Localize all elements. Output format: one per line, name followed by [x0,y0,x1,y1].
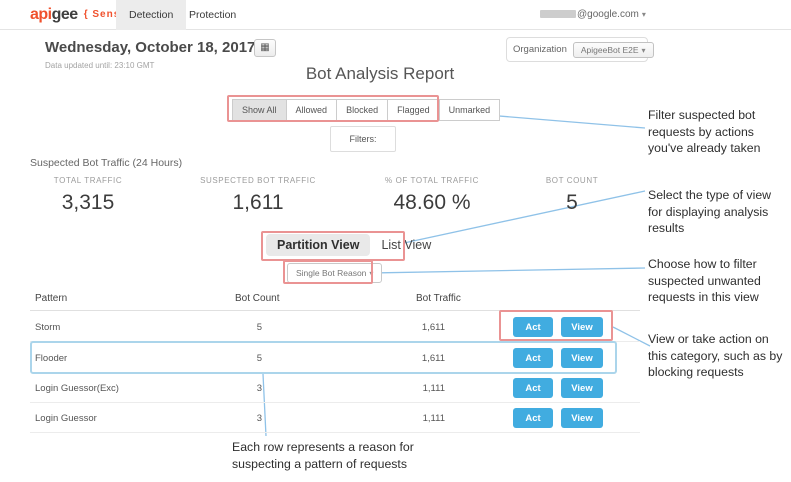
pattern-cell: Login Guessor(Exc) [35,383,119,394]
bot-reason-dropdown[interactable]: Single Bot Reason▾ [287,263,382,283]
act-button[interactable]: Act [513,317,553,337]
filters-button[interactable]: Filters: [330,126,396,152]
user-account-menu[interactable]: @google.com▾ [540,0,646,30]
logo-gee-text: gee [52,6,78,23]
user-email: @google.com [577,9,639,20]
view-button[interactable]: View [561,408,603,428]
bot-traffic-cell: 1,611 [395,322,445,333]
report-date: Wednesday, October 18, 2017 [45,39,255,56]
tab-list-view[interactable]: List View [370,234,442,256]
stat-value: 1,611 [200,191,316,215]
view-type-tabs: Partition View List View [266,234,442,256]
filter-allowed[interactable]: Allowed [286,99,338,121]
stat-label: SUSPECTED BOT TRAFFIC [200,176,316,185]
table-row-flooder: Flooder 5 1,611 Act View [30,343,640,373]
filter-blocked[interactable]: Blocked [336,99,388,121]
organization-control: Organization ApigeeBot E2E▾ [506,37,648,62]
table-header: Pattern Bot Count Bot Traffic [30,293,640,311]
view-button[interactable]: View [561,348,603,368]
act-button[interactable]: Act [513,408,553,428]
annotation-filter-tabs: Filter suspected bot requests by actions… [648,107,790,157]
bot-count-cell: 3 [222,413,262,424]
filter-unmarked[interactable]: Unmarked [439,99,501,121]
status-filter-group: Show All Allowed Blocked Flagged Unmarke… [233,99,500,121]
annotation-reason-filter: Choose how to filter suspected unwanted … [648,256,790,306]
stat-percent-total-traffic: % OF TOTAL TRAFFIC 48.60 % [385,176,479,215]
pattern-cell: Login Guessor [35,413,97,424]
bot-count-cell: 5 [222,322,262,333]
page-title: Bot Analysis Report [0,64,760,84]
stat-value: 48.60 % [385,191,479,215]
logo-api-text: api [30,6,52,23]
organization-label: Organization [513,44,567,55]
column-bot-traffic: Bot Traffic [416,293,461,304]
organization-dropdown[interactable]: ApigeeBot E2E▾ [573,42,654,58]
bot-count-cell: 5 [222,353,262,364]
filter-show-all[interactable]: Show All [232,99,287,121]
stat-value: 5 [546,191,598,215]
chevron-down-icon: ▾ [642,10,646,19]
tab-protection[interactable]: Protection [176,0,249,30]
section-title: Suspected Bot Traffic (24 Hours) [30,157,182,169]
table-row-login-guessor: Login Guessor 3 1,111 Act View [30,403,640,433]
redacted-username [540,10,576,18]
table-row-storm: Storm 5 1,611 Act View [30,312,640,342]
annotation-act-view: View or take action on this category, su… [648,331,790,381]
stat-label: BOT COUNT [546,176,598,185]
bot-reason-value: Single Bot Reason [296,268,366,278]
annotation-table-rows: Each row represents a reason for suspect… [232,439,452,473]
pattern-cell: Flooder [35,353,67,364]
chevron-down-icon: ▾ [642,46,646,55]
column-pattern: Pattern [35,293,67,304]
bot-traffic-cell: 1,611 [395,353,445,364]
tab-partition-view[interactable]: Partition View [266,234,370,256]
top-navigation-bar: apigee{ Sense } Detection Protection @go… [0,0,791,30]
organization-value: ApigeeBot E2E [581,45,639,55]
pattern-cell: Storm [35,322,60,333]
stat-value: 3,315 [54,191,122,215]
bot-count-cell: 3 [222,383,262,394]
calendar-icon: ▦ [260,42,269,53]
stat-bot-count: BOT COUNT 5 [546,176,598,215]
filter-flagged[interactable]: Flagged [387,99,440,121]
stat-suspected-bot-traffic: SUSPECTED BOT TRAFFIC 1,611 [200,176,316,215]
view-button[interactable]: View [561,378,603,398]
table-row-login-guessor-exc: Login Guessor(Exc) 3 1,111 Act View [30,373,640,403]
column-bot-count: Bot Count [235,293,279,304]
stat-label: TOTAL TRAFFIC [54,176,122,185]
chevron-down-icon: ▾ [369,269,373,278]
stat-label: % OF TOTAL TRAFFIC [385,176,479,185]
bot-traffic-cell: 1,111 [395,383,445,394]
calendar-picker-button[interactable]: ▦ [254,39,276,57]
bot-traffic-cell: 1,111 [395,413,445,424]
stat-total-traffic: TOTAL TRAFFIC 3,315 [54,176,122,215]
view-button[interactable]: View [561,317,603,337]
act-button[interactable]: Act [513,348,553,368]
annotation-view-tabs: Select the type of view for displaying a… [648,187,790,237]
act-button[interactable]: Act [513,378,553,398]
